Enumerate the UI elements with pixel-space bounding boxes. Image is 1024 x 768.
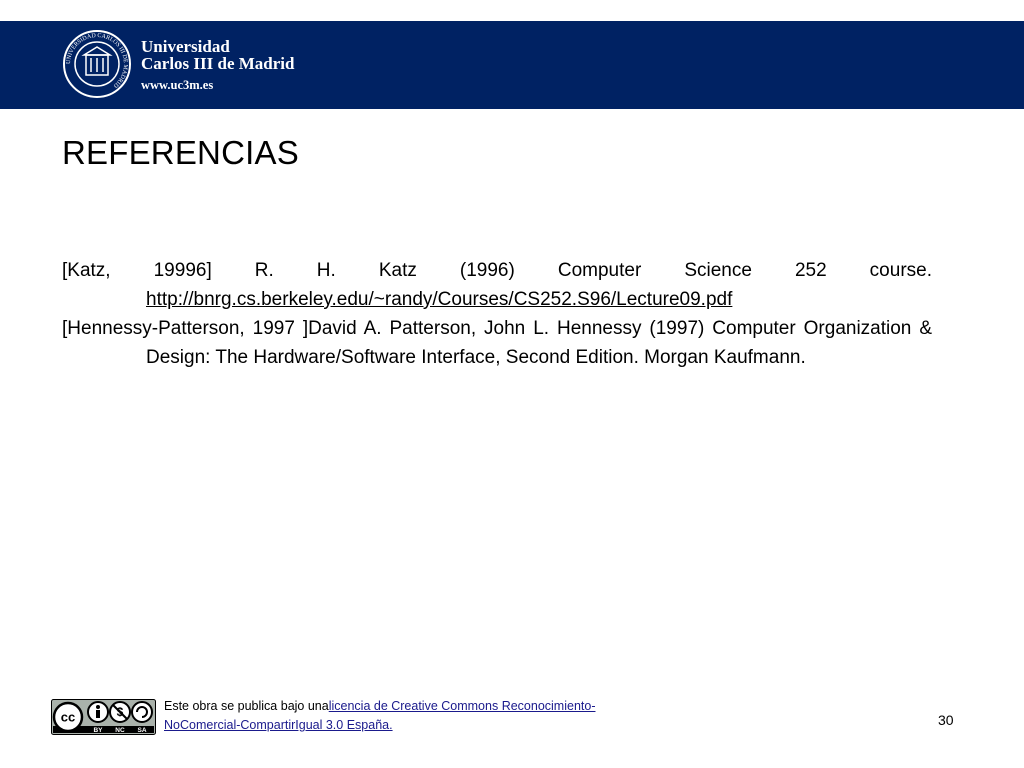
university-seal-icon: UNIVERSIDAD CARLOS III DE MADRID [63,30,131,98]
university-name-line1: Universidad [141,37,230,56]
university-name-line2: Carlos III de Madrid [141,54,295,73]
university-website[interactable]: www.uc3m.es [141,78,213,93]
license-link-line1[interactable]: licencia de Creative Commons Reconocimie… [329,699,596,713]
cc-label: cc [61,710,75,725]
license-link-line2[interactable]: NoComercial-CompartirIgual 3.0 España. [164,718,393,732]
by-label: BY [93,727,103,734]
license-prefix: Este obra se publica bajo una [164,699,329,713]
page-title: REFERENCIAS [62,134,299,171]
reference-katz: [Katz, 19996] R. H. Katz (1996) Computer… [62,256,932,314]
nc-label: NC [115,727,125,734]
license-notice: Este obra se publica bajo unalicencia de… [164,697,595,735]
reference-katz-link[interactable]: http://bnrg.cs.berkeley.edu/~randy/Cours… [146,289,732,310]
references-list: [Katz, 19996] R. H. Katz (1996) Computer… [62,256,932,372]
reference-hennessy-patterson: [Hennessy-Patterson, 1997 ]David A. Patt… [62,318,932,368]
sa-label: SA [137,727,146,734]
university-name: Universidad Carlos III de Madrid [141,38,294,72]
creative-commons-badge-icon[interactable]: cc $ BY NC SA [51,699,156,735]
page-number: 30 [938,712,954,728]
reference-katz-text: [Katz, 19996] R. H. Katz (1996) Computer… [62,260,932,281]
